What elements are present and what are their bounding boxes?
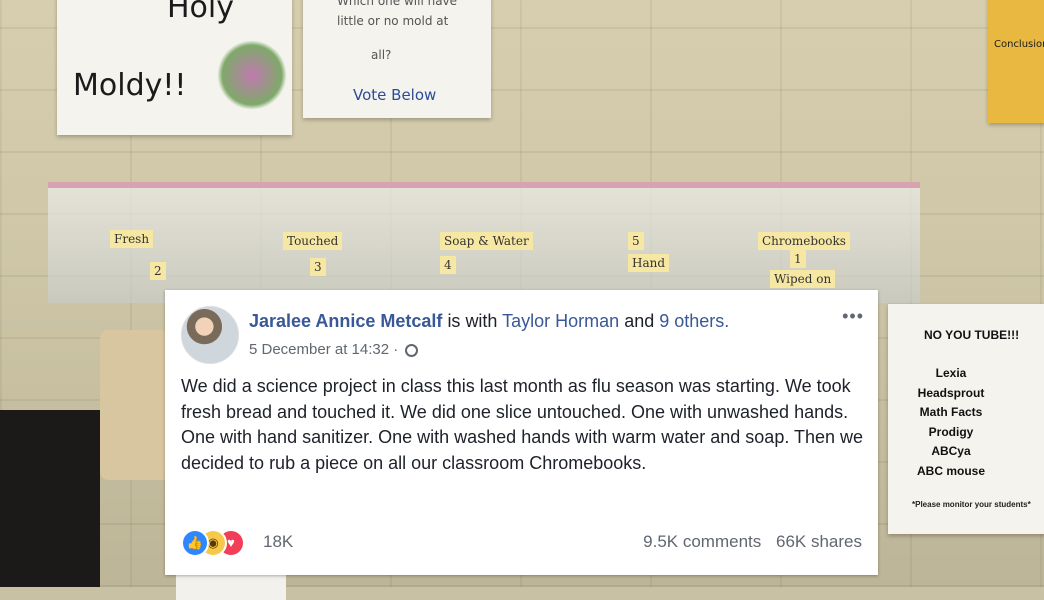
like-icon: 👍 — [181, 529, 209, 557]
vote-sign: Which one will have little or no mold at… — [303, 0, 491, 118]
vote-line1: Which one will have — [337, 0, 458, 8]
post-stats: 9.5K comments 66K shares — [643, 532, 862, 552]
dark-object — [0, 410, 100, 587]
shares-count-link[interactable]: 66K shares — [776, 532, 862, 551]
bag-label-num: 5 — [628, 232, 644, 250]
more-options-icon[interactable]: ••• — [842, 306, 864, 327]
meta-separator: · — [393, 341, 399, 358]
holy-moldy-sign: Holy Moldy!! — [57, 0, 292, 135]
author-name-link[interactable]: Jaralee Annice Metcalf — [249, 311, 442, 331]
sign-list: Lexia Headsprout Math Facts Prodigy ABCy… — [888, 364, 1014, 481]
post-date-link[interactable]: 5 December at 14:32 — [249, 341, 389, 358]
avatar[interactable] — [181, 306, 239, 364]
sign-note: *Please monitor your students* — [912, 500, 1031, 509]
sign-item: Math Facts — [919, 405, 983, 419]
vote-line2: little or no mold at — [337, 14, 449, 28]
bag-label-num: 1 — [790, 250, 806, 268]
post-meta: 5 December at 14:32 · — [249, 341, 419, 358]
comments-count-link[interactable]: 9.5K comments — [643, 532, 761, 551]
sign-item: ABCya — [931, 444, 971, 458]
sign-holy-text: Holy — [167, 0, 235, 25]
sign-item: Lexia — [935, 366, 967, 380]
conclusion-text: Conclusion: — [994, 39, 1044, 50]
others-link[interactable]: 9 others. — [659, 311, 729, 331]
bag-label-hand: Hand — [628, 254, 670, 272]
vote-line3: all? — [371, 48, 392, 62]
no-youtube-sign: NO YOU TUBE!!! Lexia Headsprout Math Fac… — [888, 304, 1044, 534]
vote-below-text: Vote Below — [353, 86, 437, 104]
bag-label-num: 2 — [150, 262, 166, 280]
and-text: and — [624, 311, 655, 331]
bag-label-chromebooks: Chromebooks — [758, 232, 850, 250]
bread-slice — [100, 330, 170, 480]
conclusion-sign: Conclusion: — [988, 0, 1044, 123]
sign-title: NO YOU TUBE!!! — [924, 328, 1020, 342]
globe-icon — [405, 344, 419, 357]
bag-label-num: 4 — [440, 256, 456, 274]
germ-illustration — [217, 40, 287, 110]
post-footer: 👍 ◉ ♥ 18K 9.5K comments 66K shares — [181, 529, 862, 557]
bag-label-num: 3 — [310, 258, 326, 276]
bag-label-fresh: Fresh — [110, 230, 154, 248]
tagged-user-link[interactable]: Taylor Horman — [502, 311, 619, 331]
bag-label-touched: Touched — [283, 232, 343, 250]
reaction-count[interactable]: 18K — [263, 532, 293, 552]
bag-label-wiped: Wiped on — [770, 270, 836, 288]
sign-item: Prodigy — [928, 424, 974, 439]
post-text: We did a science project in class this l… — [181, 376, 864, 473]
sign-moldy-text: Moldy!! — [73, 68, 187, 103]
facebook-post-card: Jaralee Annice Metcalf is with Taylor Ho… — [165, 290, 878, 575]
bag-label-main: Fresh — [114, 232, 150, 246]
sign-item: ABC mouse — [916, 463, 985, 478]
with-text: is with — [447, 311, 498, 331]
bag-label-soap: Soap & Water — [440, 232, 533, 250]
post-header: Jaralee Annice Metcalf is with Taylor Ho… — [249, 311, 729, 332]
sign-item: Headsprout — [917, 385, 985, 400]
